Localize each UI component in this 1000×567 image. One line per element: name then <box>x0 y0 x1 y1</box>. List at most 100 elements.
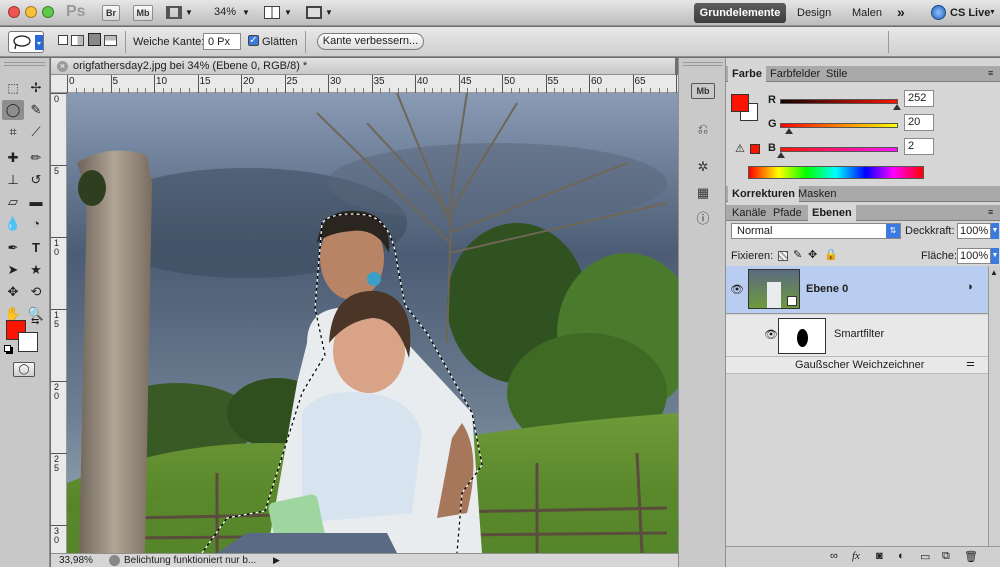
channel-r-input[interactable]: 252 <box>904 90 934 107</box>
color-fg-swatch[interactable] <box>731 94 749 112</box>
chevron-down-icon[interactable]: ▼ <box>242 8 250 17</box>
tool-preset-picker[interactable] <box>8 31 44 53</box>
slider-thumb[interactable] <box>892 104 901 110</box>
default-colors-icon[interactable] <box>4 345 11 352</box>
close-window-button[interactable] <box>8 6 20 18</box>
chevron-down-icon[interactable]: ▼ <box>991 248 999 264</box>
tab-masks[interactable]: Masken <box>794 186 841 202</box>
history-icon[interactable]: ⎌ <box>691 118 715 140</box>
history-brush-tool-icon[interactable]: ↺ <box>25 170 47 190</box>
3d-orbit-tool-icon[interactable]: ⟲ <box>25 282 47 302</box>
mini-bridge-button[interactable]: Mb <box>133 5 153 21</box>
panel-menu-icon[interactable]: ≡ <box>988 68 993 78</box>
tab-channels[interactable]: Kanäle <box>728 205 770 221</box>
view-extras-icon[interactable] <box>166 6 182 19</box>
antialias-checkbox[interactable]: ✓ <box>248 35 259 46</box>
smart-filter-row[interactable]: 👁 Smartfilter <box>726 315 988 357</box>
tab-swatches[interactable]: Farbfelder <box>766 66 824 82</box>
move-tool-icon[interactable]: ✢ <box>25 78 47 98</box>
tab-layers[interactable]: Ebenen <box>808 205 856 221</box>
status-message[interactable]: Belichtung funktioniert nur b... <box>124 554 256 567</box>
3d-rotate-tool-icon[interactable]: ✥ <box>2 282 24 302</box>
mini-bridge-icon[interactable]: Mb <box>691 83 715 99</box>
new-group-icon[interactable]: ▭ <box>920 550 930 563</box>
cs-live-icon[interactable] <box>931 5 946 20</box>
layer-style-icon[interactable]: fx <box>852 550 860 562</box>
zoom-window-button[interactable] <box>42 6 54 18</box>
tab-adjustments[interactable]: Korrekturen <box>728 186 799 202</box>
horizontal-ruler[interactable]: 0510152025303540455055606570 <box>51 75 712 93</box>
refine-edge-button[interactable]: Kante verbessern... <box>317 33 424 50</box>
lasso-tool-icon[interactable]: ◯ <box>2 100 24 120</box>
feather-input[interactable]: 0 Px <box>203 33 241 50</box>
lock-image-pixels-icon[interactable]: ✎ <box>793 248 802 261</box>
document-tab[interactable]: × origfathersday2.jpg bei 34% (Ebene 0, … <box>51 58 675 75</box>
lock-all-icon[interactable]: 🔒 <box>824 248 838 261</box>
filter-mask-thumbnail[interactable] <box>778 318 826 354</box>
pen-tool-icon[interactable]: ✒ <box>2 238 24 258</box>
color-spectrum-ramp[interactable] <box>748 166 924 179</box>
background-color-swatch[interactable] <box>18 332 38 352</box>
blur-tool-icon[interactable]: 💧 <box>2 214 24 234</box>
intersect-selection-icon[interactable] <box>104 35 117 46</box>
zoom-level[interactable]: 34% <box>214 6 236 18</box>
path-selection-tool-icon[interactable]: ➤ <box>2 260 24 280</box>
visibility-eye-icon[interactable]: 👁 <box>730 283 744 296</box>
status-icon[interactable] <box>109 555 120 566</box>
chevron-down-icon[interactable]: ▼ <box>325 8 333 17</box>
chevron-down-icon[interactable]: ▼ <box>284 8 292 17</box>
healing-brush-tool-icon[interactable]: ✚ <box>2 148 24 168</box>
dodge-tool-icon[interactable]: ◔ <box>25 214 47 234</box>
shape-tool-icon[interactable]: ★ <box>25 260 47 280</box>
tab-color[interactable]: Farbe <box>728 66 766 82</box>
tab-styles[interactable]: Stile <box>822 66 851 82</box>
navigator-icon[interactable]: ✲ <box>691 156 715 178</box>
more-workspaces-button[interactable]: » <box>897 2 905 22</box>
quick-selection-tool-icon[interactable]: ✎ <box>25 100 47 120</box>
lock-position-icon[interactable]: ✥ <box>808 248 817 261</box>
swap-colors-icon[interactable]: ⇆ <box>31 316 39 327</box>
adjustment-layer-icon[interactable]: ◐ <box>898 550 905 562</box>
filter-row-gaussian-blur[interactable]: Gaußscher Weichzeichner ⚌ <box>726 357 988 374</box>
close-document-icon[interactable]: × <box>57 61 68 72</box>
gradient-tool-icon[interactable]: ▬ <box>25 192 47 212</box>
crop-tool-icon[interactable]: ⌗ <box>2 122 24 142</box>
layers-scrollbar[interactable]: ▲ <box>988 266 1000 546</box>
lock-transparent-pixels-icon[interactable] <box>778 251 788 261</box>
workspace-design[interactable]: Design <box>797 3 831 23</box>
channel-b-input[interactable]: 2 <box>904 138 934 155</box>
panel-menu-icon[interactable]: ≡ <box>988 207 993 217</box>
tab-paths[interactable]: Pfade <box>769 205 806 221</box>
brush-tool-icon[interactable]: ✏ <box>25 148 47 168</box>
screen-mode-icon[interactable] <box>306 6 322 19</box>
blend-mode-select[interactable]: Normal ⇅ <box>731 223 901 239</box>
fill-input[interactable]: 100% <box>957 248 991 264</box>
new-layer-icon[interactable]: ⧉ <box>942 550 950 563</box>
slider-thumb[interactable] <box>785 128 794 134</box>
channel-g-slider[interactable] <box>780 123 898 128</box>
vertical-ruler[interactable]: 0 5 10 15 20 25 30 <box>51 93 67 553</box>
slider-thumb[interactable] <box>777 152 786 158</box>
chevron-down-icon[interactable]: ▼ <box>185 8 193 17</box>
out-of-gamut-warning-icon[interactable]: ⚠ <box>735 142 745 155</box>
arrange-documents-icon[interactable] <box>264 6 280 19</box>
channel-g-input[interactable]: 20 <box>904 114 934 131</box>
histogram-icon[interactable]: ▦ <box>691 182 715 204</box>
cs-live-button[interactable]: CS Live <box>950 3 990 23</box>
bridge-button[interactable]: Br <box>102 5 120 21</box>
filter-options-icon[interactable]: ⚌ <box>966 358 975 369</box>
add-to-selection-icon[interactable] <box>71 35 84 46</box>
subtract-from-selection-icon[interactable] <box>88 33 101 46</box>
chevron-down-icon[interactable]: ▼ <box>989 9 996 16</box>
clone-stamp-tool-icon[interactable]: ⊥ <box>2 170 24 190</box>
delete-layer-icon[interactable]: 🗑 <box>964 550 978 563</box>
eraser-tool-icon[interactable]: ▱ <box>2 192 24 212</box>
workspace-essentials[interactable]: Grundelemente <box>694 3 786 23</box>
new-selection-icon[interactable] <box>58 35 68 45</box>
smart-filter-indicator-icon[interactable]: ◑ <box>966 281 973 293</box>
quick-mask-icon[interactable]: ◯ <box>13 362 35 377</box>
zoom-readout[interactable]: 33,98% <box>59 554 93 567</box>
channel-b-slider[interactable] <box>780 147 898 152</box>
workspace-painting[interactable]: Malen <box>852 3 882 23</box>
channel-r-slider[interactable] <box>780 99 898 104</box>
